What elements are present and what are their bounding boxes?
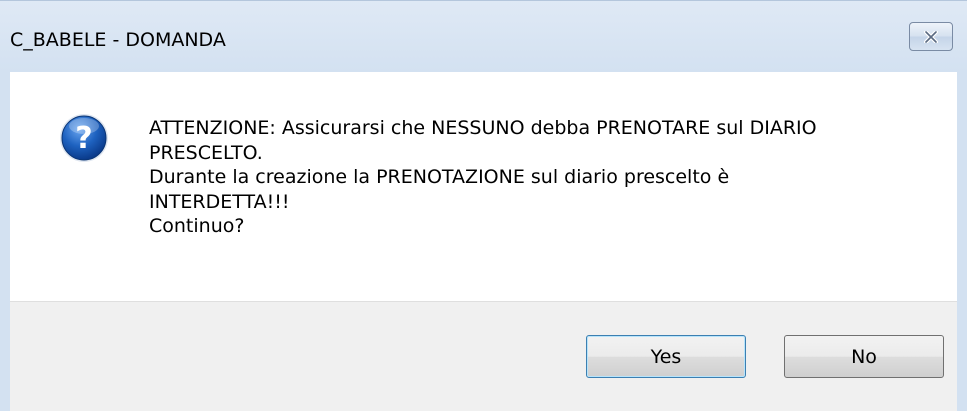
message-line: Durante la creazione la PRENOTAZIONE sul… bbox=[149, 166, 730, 188]
dialog-message: ATTENZIONE: Assicurarsi che NESSUNO debb… bbox=[149, 116, 939, 239]
message-line: PRESCELTO. bbox=[149, 141, 263, 164]
no-button[interactable]: No bbox=[784, 335, 944, 378]
close-button[interactable] bbox=[909, 22, 953, 51]
message-line: ATTENZIONE: Assicurarsi che NESSUNO debb… bbox=[149, 117, 817, 139]
question-icon: ? bbox=[60, 114, 108, 162]
window-frame-left bbox=[0, 72, 10, 411]
dialog-content: ? ATTENZIONE: Assicurarsi che NESSUNO de… bbox=[10, 72, 957, 301]
window-frame-right bbox=[957, 72, 967, 411]
svg-text:?: ? bbox=[75, 121, 92, 156]
yes-button[interactable]: Yes bbox=[586, 335, 746, 378]
dialog-window: C_BABELE - DOMANDA ? ATTENZIONE: Assicur… bbox=[0, 0, 967, 411]
message-line: Continuo? bbox=[149, 215, 245, 237]
title-bar: C_BABELE - DOMANDA bbox=[0, 0, 967, 72]
window-title: C_BABELE - DOMANDA bbox=[10, 29, 226, 51]
message-line: INTERDETTA!!! bbox=[149, 190, 290, 213]
button-bar: Yes No bbox=[10, 301, 957, 411]
close-icon bbox=[924, 30, 938, 43]
